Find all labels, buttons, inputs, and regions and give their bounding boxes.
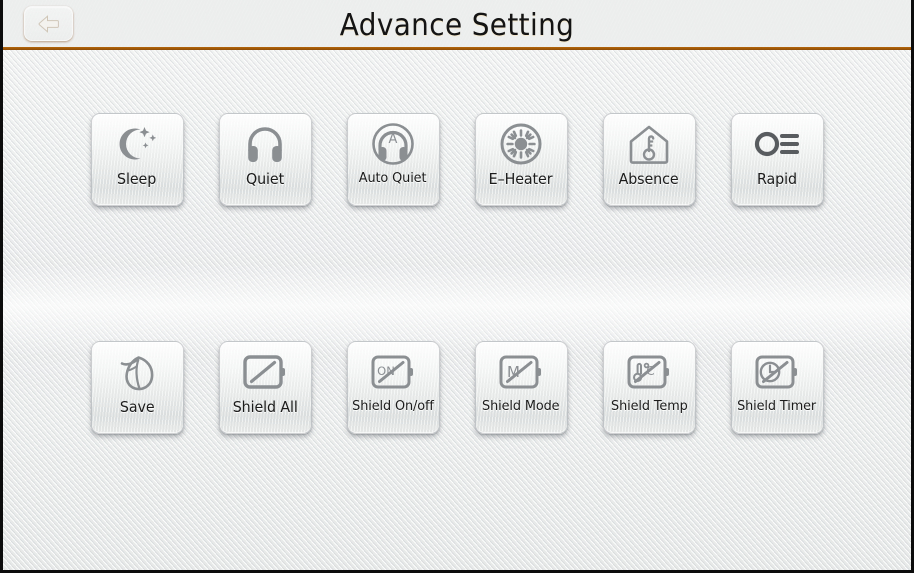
tile-label: Shield On/off — [352, 398, 434, 414]
remote-on-slash-icon: ON — [348, 346, 439, 398]
content-area: Sleep Quiet A Auto Quiet E–Heater Absenc… — [3, 50, 911, 570]
tile-sleep[interactable]: Sleep — [90, 113, 184, 206]
headphones-icon — [220, 118, 311, 170]
tile-save[interactable]: Save — [90, 341, 184, 434]
tile-label: Shield All — [232, 398, 298, 416]
tile-label: Shield Timer — [737, 398, 817, 414]
button-row-2: Save Shield All ON Shield On/off M Shiel… — [3, 341, 911, 434]
tile-label: Quiet — [245, 170, 285, 188]
title-bar: Advance Setting — [3, 0, 911, 50]
tile-quiet[interactable]: Quiet — [218, 113, 312, 206]
remote-temp-slash-icon: C — [604, 346, 695, 398]
circle-lines-icon — [732, 118, 823, 170]
tile-label: Save — [119, 398, 155, 416]
tile-label: Sleep — [117, 170, 157, 188]
tile-shield-all[interactable]: Shield All — [218, 341, 312, 434]
app-screen: Advance Setting Sleep Quiet A Auto Quiet — [0, 0, 914, 573]
tile-label: Shield Mode — [482, 398, 560, 414]
tile-label: E–Heater — [489, 170, 553, 188]
page-title: Advance Setting — [339, 7, 575, 43]
tile-e-heater[interactable]: E–Heater — [474, 113, 568, 206]
sun-rays-icon — [476, 118, 567, 170]
svg-text:M: M — [507, 363, 520, 381]
svg-text:ON: ON — [377, 364, 395, 378]
tile-absence[interactable]: Absence — [602, 113, 696, 206]
tile-shield-timer[interactable]: Shield Timer — [730, 341, 824, 434]
svg-text:A: A — [389, 132, 398, 147]
tile-label: Shield Temp — [610, 398, 688, 414]
remote-timer-slash-icon — [732, 346, 823, 398]
remote-slash-icon — [220, 346, 311, 398]
moon-stars-icon — [92, 118, 183, 170]
tile-shield-temp[interactable]: C Shield Temp — [602, 341, 696, 434]
tile-rapid[interactable]: Rapid — [730, 113, 824, 206]
headphones-auto-icon: A — [348, 118, 439, 170]
tile-label: Rapid — [757, 170, 797, 188]
tile-auto-quiet[interactable]: A Auto Quiet — [346, 113, 440, 206]
house-thermometer-icon — [604, 118, 695, 170]
remote-mode-slash-icon: M — [476, 346, 567, 398]
svg-text:C: C — [646, 364, 654, 378]
tile-shield-mode[interactable]: M Shield Mode — [474, 341, 568, 434]
left-arrow-icon — [37, 14, 61, 34]
leaf-icon — [92, 346, 183, 398]
back-button[interactable] — [24, 6, 73, 41]
button-row-1: Sleep Quiet A Auto Quiet E–Heater Absenc… — [3, 113, 911, 206]
tile-label: Absence — [619, 170, 679, 188]
tile-shield-on-off[interactable]: ON Shield On/off — [346, 341, 440, 434]
tile-label: Auto Quiet — [359, 170, 427, 186]
